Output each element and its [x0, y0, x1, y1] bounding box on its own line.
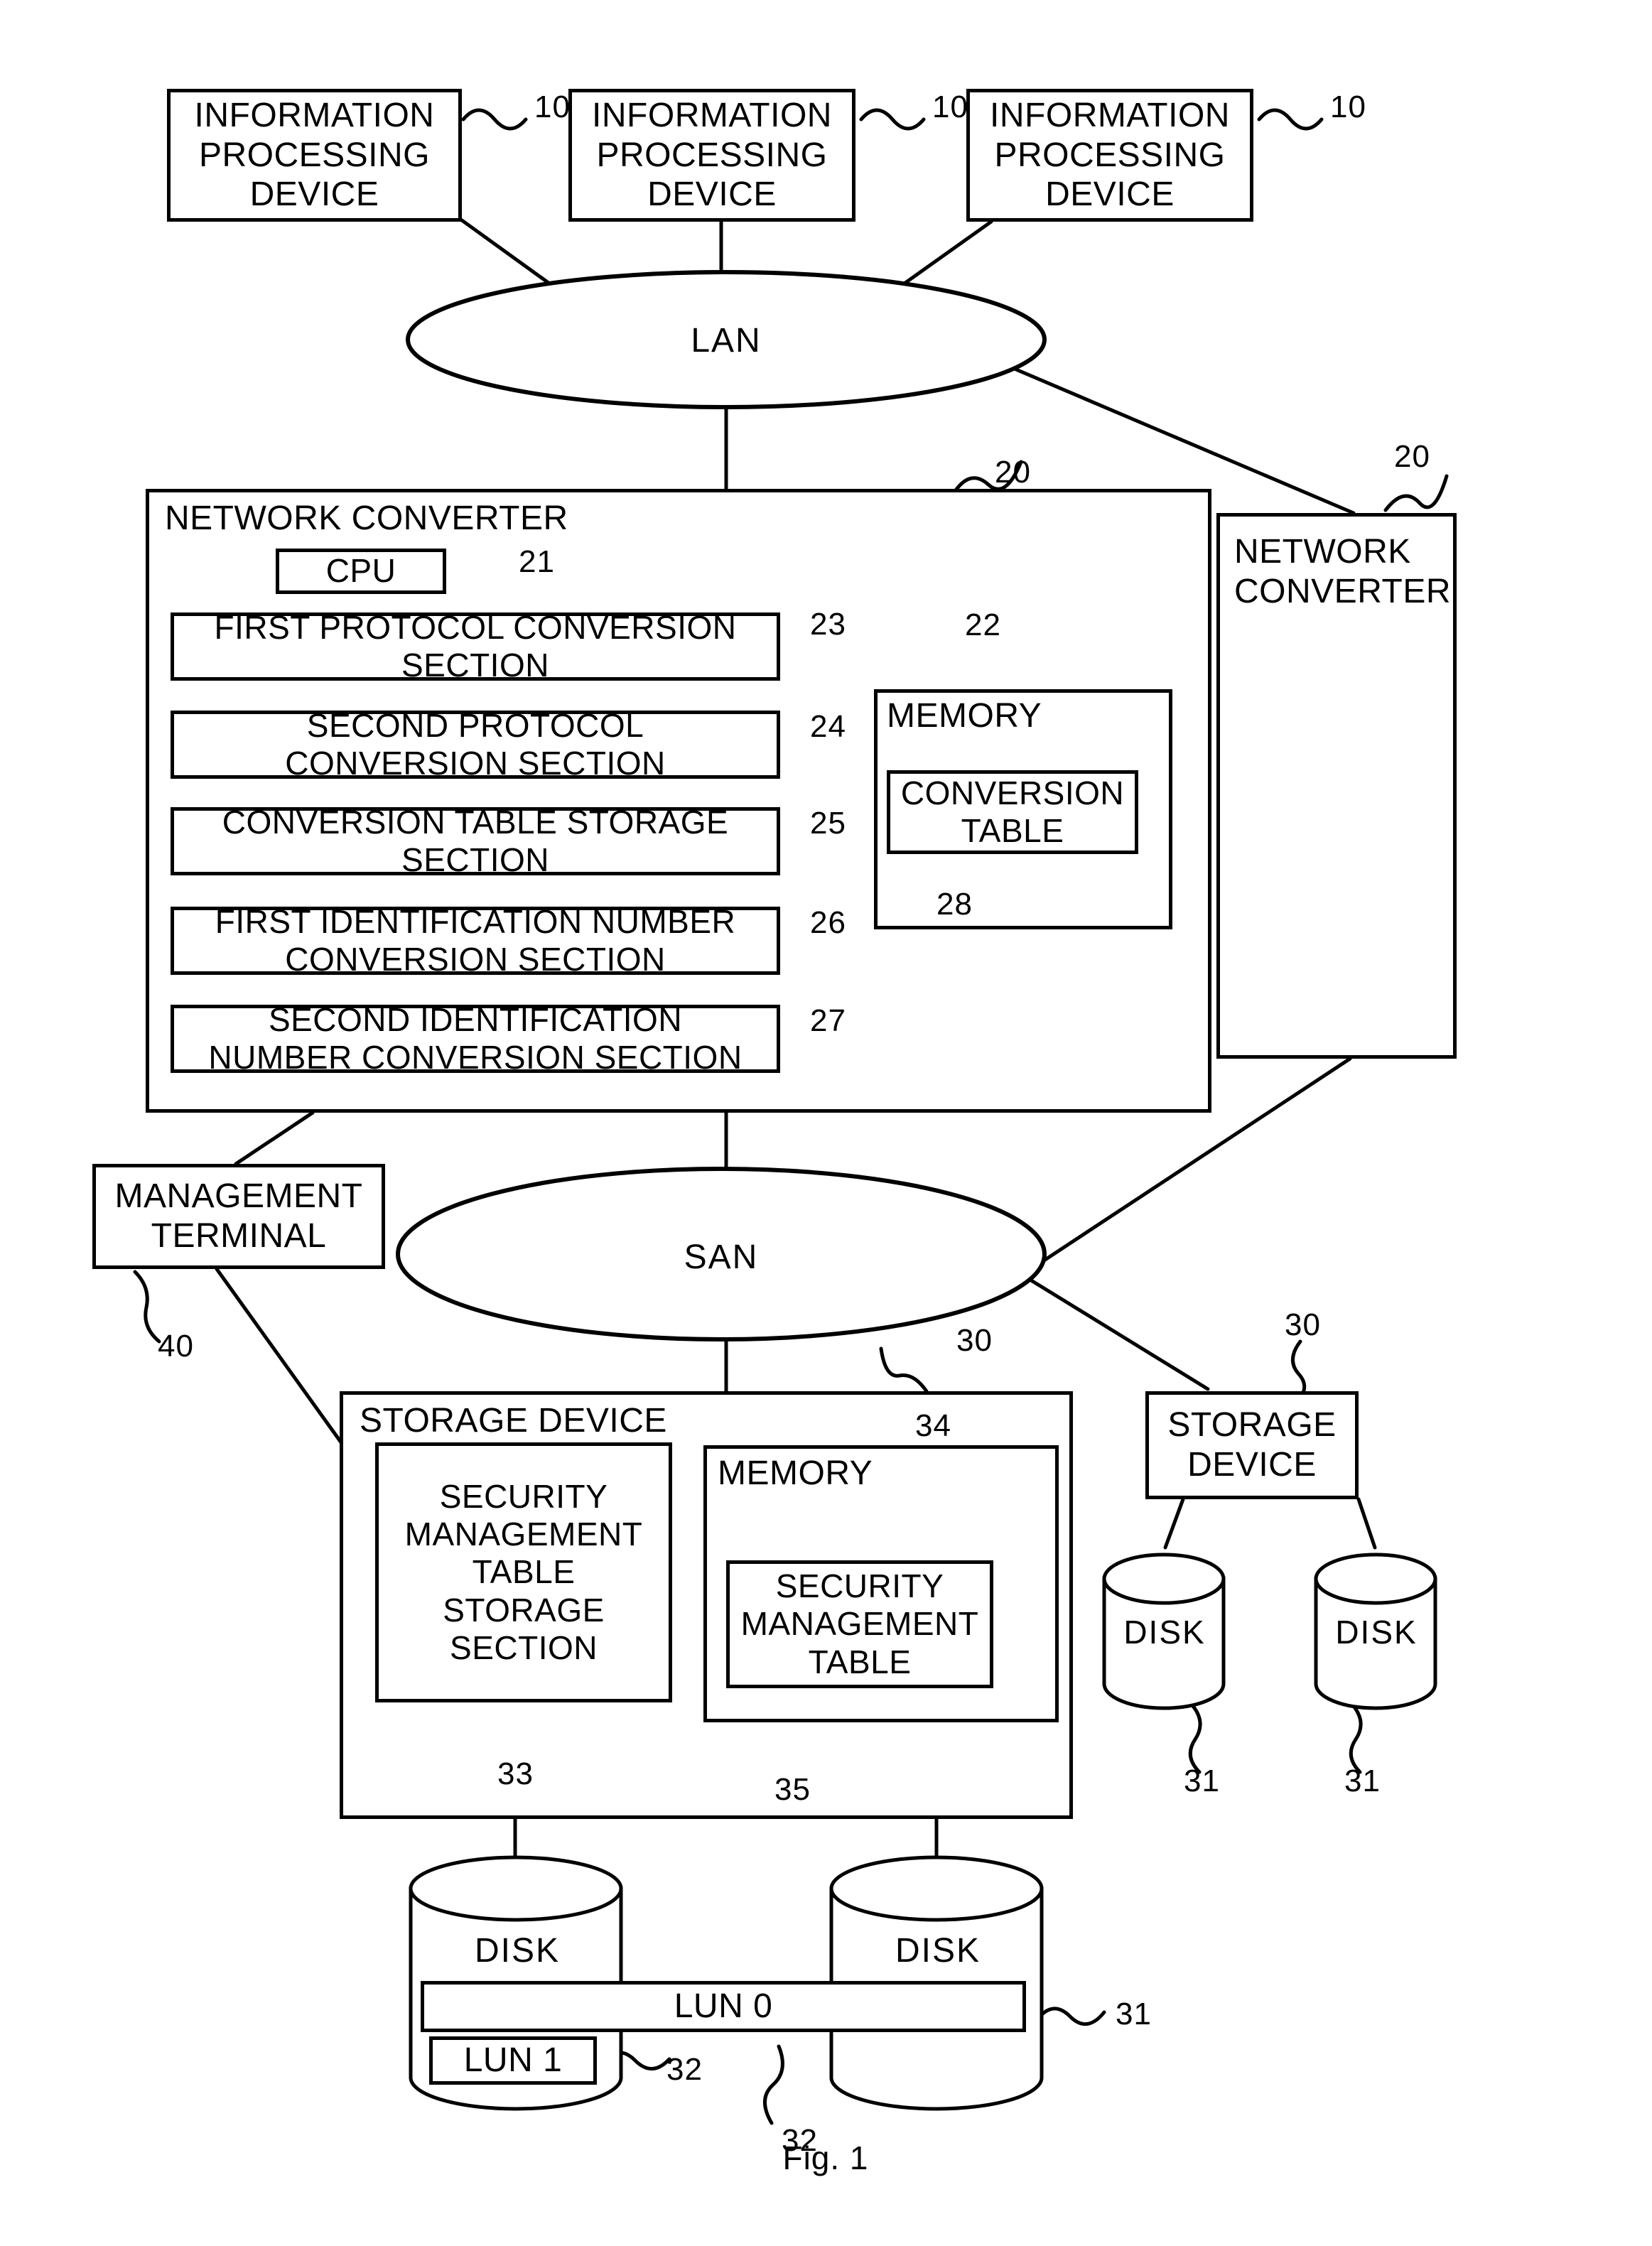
- conversion-table-storage-section-label: CONVERSION TABLE STORAGE SECTION: [222, 803, 729, 878]
- san-label: SAN: [684, 1238, 759, 1276]
- lan-label: LAN: [691, 322, 762, 360]
- ref-10-device-1: 10: [534, 90, 571, 124]
- figure-canvas: INFORMATION PROCESSING DEVICE 10 INFORMA…: [0, 0, 1652, 2246]
- security-management-table-storage-section[interactable]: SECURITY MANAGEMENT TABLE STORAGE SECTIO…: [375, 1442, 672, 1702]
- ref-24: 24: [810, 709, 846, 744]
- conversion-table-label: CONVERSION TABLE: [900, 774, 1125, 849]
- management-terminal-label: MANAGEMENT TERMINAL: [114, 1177, 363, 1255]
- ref-20-converter-right: 20: [1394, 439, 1430, 474]
- disk-label-main-a: DISK: [474, 1932, 561, 1970]
- disk-label-main-b: DISK: [895, 1932, 981, 1970]
- ref-33: 33: [497, 1756, 534, 1791]
- information-processing-device-3-label: INFORMATION PROCESSING DEVICE: [990, 96, 1230, 214]
- second-identification-number-conversion-section[interactable]: SECOND IDENTIFICATION NUMBER CONVERSION …: [171, 1001, 780, 1076]
- lun-1-box[interactable]: LUN 1: [429, 2036, 597, 2085]
- first-identification-number-conversion-section[interactable]: FIRST IDENTIFICATION NUMBER CONVERSION S…: [171, 903, 780, 978]
- information-processing-device-2[interactable]: INFORMATION PROCESSING DEVICE: [568, 89, 855, 222]
- first-protocol-conversion-section-label: FIRST PROTOCOL CONVERSION SECTION: [214, 608, 737, 684]
- first-protocol-conversion-section[interactable]: FIRST PROTOCOL CONVERSION SECTION: [171, 609, 780, 684]
- security-management-table-storage-section-label: SECURITY MANAGEMENT TABLE STORAGE SECTIO…: [404, 1477, 643, 1667]
- ref-32-lun-1: 32: [666, 2052, 703, 2087]
- lun-0-label: LUN 0: [674, 1987, 773, 2026]
- lun-0-bar[interactable]: LUN 0: [421, 1981, 1026, 2032]
- storage-device-main-title: STORAGE DEVICE: [360, 1402, 667, 1440]
- information-processing-device-2-label: INFORMATION PROCESSING DEVICE: [592, 96, 832, 214]
- storage-device-right-label: STORAGE DEVICE: [1167, 1406, 1337, 1484]
- memory-label-converter: MEMORY: [887, 697, 1042, 735]
- management-terminal[interactable]: MANAGEMENT TERMINAL: [92, 1164, 385, 1269]
- second-protocol-conversion-section[interactable]: SECOND PROTOCOL CONVERSION SECTION: [171, 707, 780, 782]
- figure-caption: Fig. 1: [782, 2139, 869, 2176]
- disk-label-right-a: DISK: [1123, 1614, 1206, 1651]
- ref-10-device-2: 10: [932, 90, 968, 124]
- ref-20-converter-main: 20: [995, 455, 1031, 490]
- ref-34-memory: 34: [915, 1408, 951, 1443]
- information-processing-device-1[interactable]: INFORMATION PROCESSING DEVICE: [167, 89, 462, 222]
- ref-23: 23: [810, 607, 846, 642]
- ref-31-right-disk-a: 31: [1184, 1764, 1220, 1798]
- ref-31-main-disk-b: 31: [1116, 1997, 1152, 2031]
- ref-30-storage-main: 30: [956, 1323, 993, 1358]
- security-management-table[interactable]: SECURITY MANAGEMENT TABLE: [726, 1560, 993, 1688]
- disk-label-right-b: DISK: [1335, 1614, 1418, 1651]
- storage-device-right[interactable]: STORAGE DEVICE: [1145, 1391, 1359, 1499]
- ref-10-device-3: 10: [1330, 90, 1366, 124]
- conversion-table[interactable]: CONVERSION TABLE: [887, 770, 1138, 854]
- connector-lines: [133, 108, 1449, 2125]
- ref-22-memory: 22: [965, 608, 1001, 642]
- cpu-label: CPU: [325, 552, 396, 590]
- memory-label-storage: MEMORY: [718, 1454, 873, 1492]
- ref-30-storage-right: 30: [1285, 1307, 1321, 1342]
- ref-31-right-disk-b: 31: [1344, 1764, 1381, 1798]
- information-processing-device-1-label: INFORMATION PROCESSING DEVICE: [194, 96, 435, 214]
- information-processing-device-3[interactable]: INFORMATION PROCESSING DEVICE: [966, 89, 1253, 222]
- ref-25: 25: [810, 806, 846, 841]
- ref-28-conversion-table: 28: [936, 887, 973, 922]
- security-management-table-label: SECURITY MANAGEMENT TABLE: [740, 1567, 979, 1680]
- first-identification-number-conversion-section-label: FIRST IDENTIFICATION NUMBER CONVERSION S…: [215, 902, 736, 978]
- lun-1-label: LUN 1: [463, 2041, 563, 2080]
- network-converter-right[interactable]: NETWORK CONVERTER: [1216, 513, 1457, 1059]
- ref-40-management-terminal: 40: [158, 1329, 194, 1364]
- conversion-table-storage-section[interactable]: CONVERSION TABLE STORAGE SECTION: [171, 804, 780, 878]
- second-protocol-conversion-section-label: SECOND PROTOCOL CONVERSION SECTION: [285, 706, 666, 782]
- network-converter-right-label: NETWORK CONVERTER: [1234, 533, 1451, 610]
- ref-21-cpu: 21: [519, 544, 555, 579]
- cpu-box[interactable]: CPU: [276, 549, 446, 594]
- second-identification-number-conversion-section-label: SECOND IDENTIFICATION NUMBER CONVERSION …: [208, 1000, 743, 1076]
- ref-35-security-management-table: 35: [774, 1772, 811, 1807]
- ref-26: 26: [810, 905, 846, 940]
- network-converter-main-title: NETWORK CONVERTER: [165, 500, 568, 537]
- ref-27: 27: [810, 1003, 846, 1038]
